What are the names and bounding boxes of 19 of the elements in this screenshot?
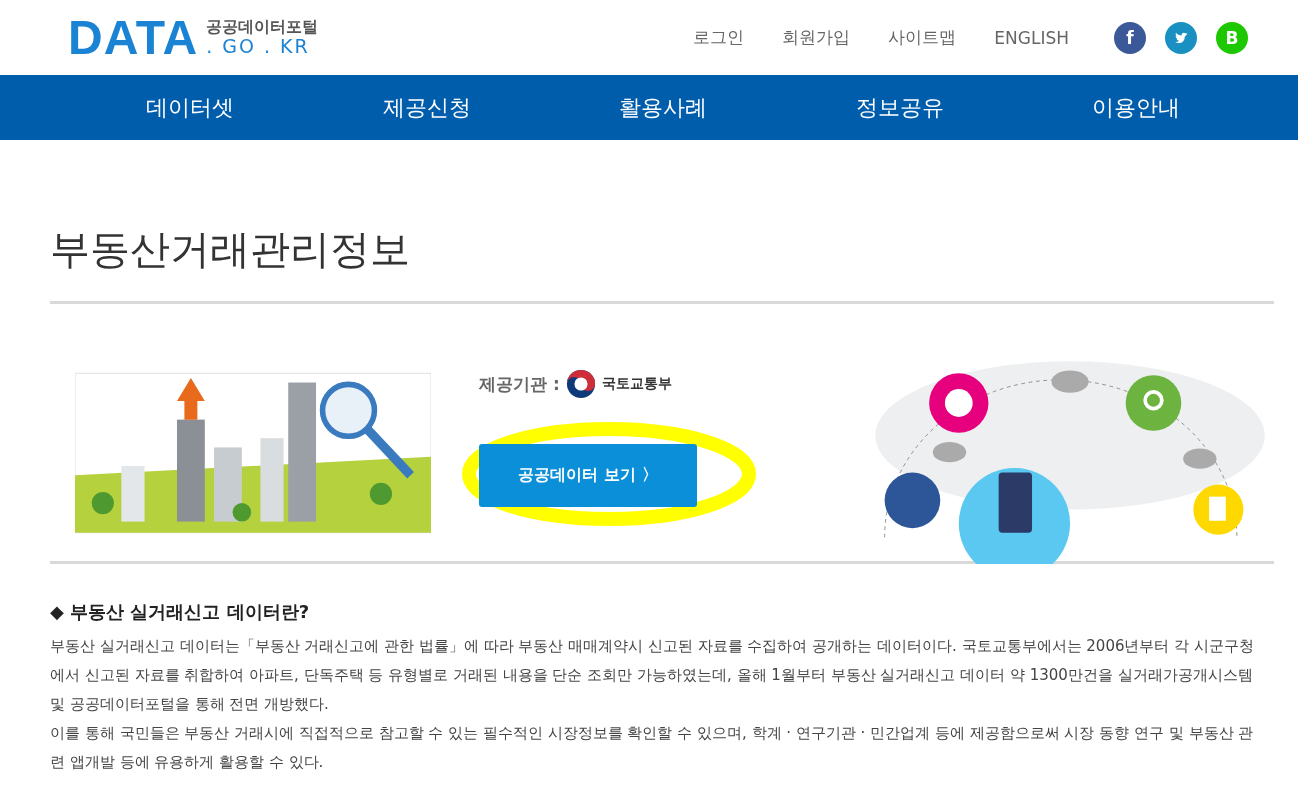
header-link[interactable]: ENGLISH bbox=[994, 27, 1069, 48]
facebook-icon[interactable]: f bbox=[1114, 21, 1146, 54]
page-title: 부동산거래관리정보 bbox=[50, 140, 1274, 304]
view-data-button[interactable]: 공공데이터 보기 〉 bbox=[479, 444, 697, 507]
nav-menu-item[interactable]: 데이터셋 bbox=[146, 92, 234, 123]
government-emblem-icon bbox=[565, 369, 596, 399]
provider-label: 제공기관 : bbox=[479, 372, 560, 396]
provider-name: 국토교통부 bbox=[601, 375, 672, 393]
nav-menu-item[interactable]: 이용안내 bbox=[1092, 92, 1180, 123]
nav-menu-item[interactable]: 제공신청 bbox=[382, 92, 471, 123]
section-heading: ◆ 부동산 실거래신고 데이터란? bbox=[50, 600, 311, 624]
nav-menu-item[interactable]: 활용사례 bbox=[619, 92, 707, 123]
nav-menu-item[interactable]: 정보공유 bbox=[855, 92, 944, 123]
header-link[interactable]: 로그인 bbox=[693, 26, 745, 49]
twitter-icon[interactable] bbox=[1165, 21, 1197, 54]
header-link[interactable]: 사이트맵 bbox=[888, 26, 957, 49]
body-paragraph: 부동산 실거래신고 데이터는「부동산 거래신고에 관한 법률」에 따라 부동산 매매계약시 신고된 자료를 수집하여 공개하는 데이터이다. 국토교통부에서는 2006년부터 각 시군구청에서 신고된 자료를 취합하여 아파트, 단독주택 등 유형별로 거래된 내용을 단순 조회만 가능하였는데, 올해 1월부터 부동산 실거래신고 데이터 약 1300만건을 실거래가공개시스템 및 공공데이터포털을 통해 전면 개방했다. bbox=[50, 636, 1255, 715]
header-link[interactable]: 회원가입 bbox=[782, 26, 851, 49]
body-paragraph: 이를 통해 국민들은 부동산 거래시에 직접적으로 참고할 수 있는 필수적인 시장정보를 확인할 수 있으며, 학계 · 연구기관 · 민간업계 등에 제공함으로써 시장 동향 연구 및 부동산 관련 앱개발 등에 유용하게 활용할 수 있다. bbox=[50, 723, 1255, 773]
